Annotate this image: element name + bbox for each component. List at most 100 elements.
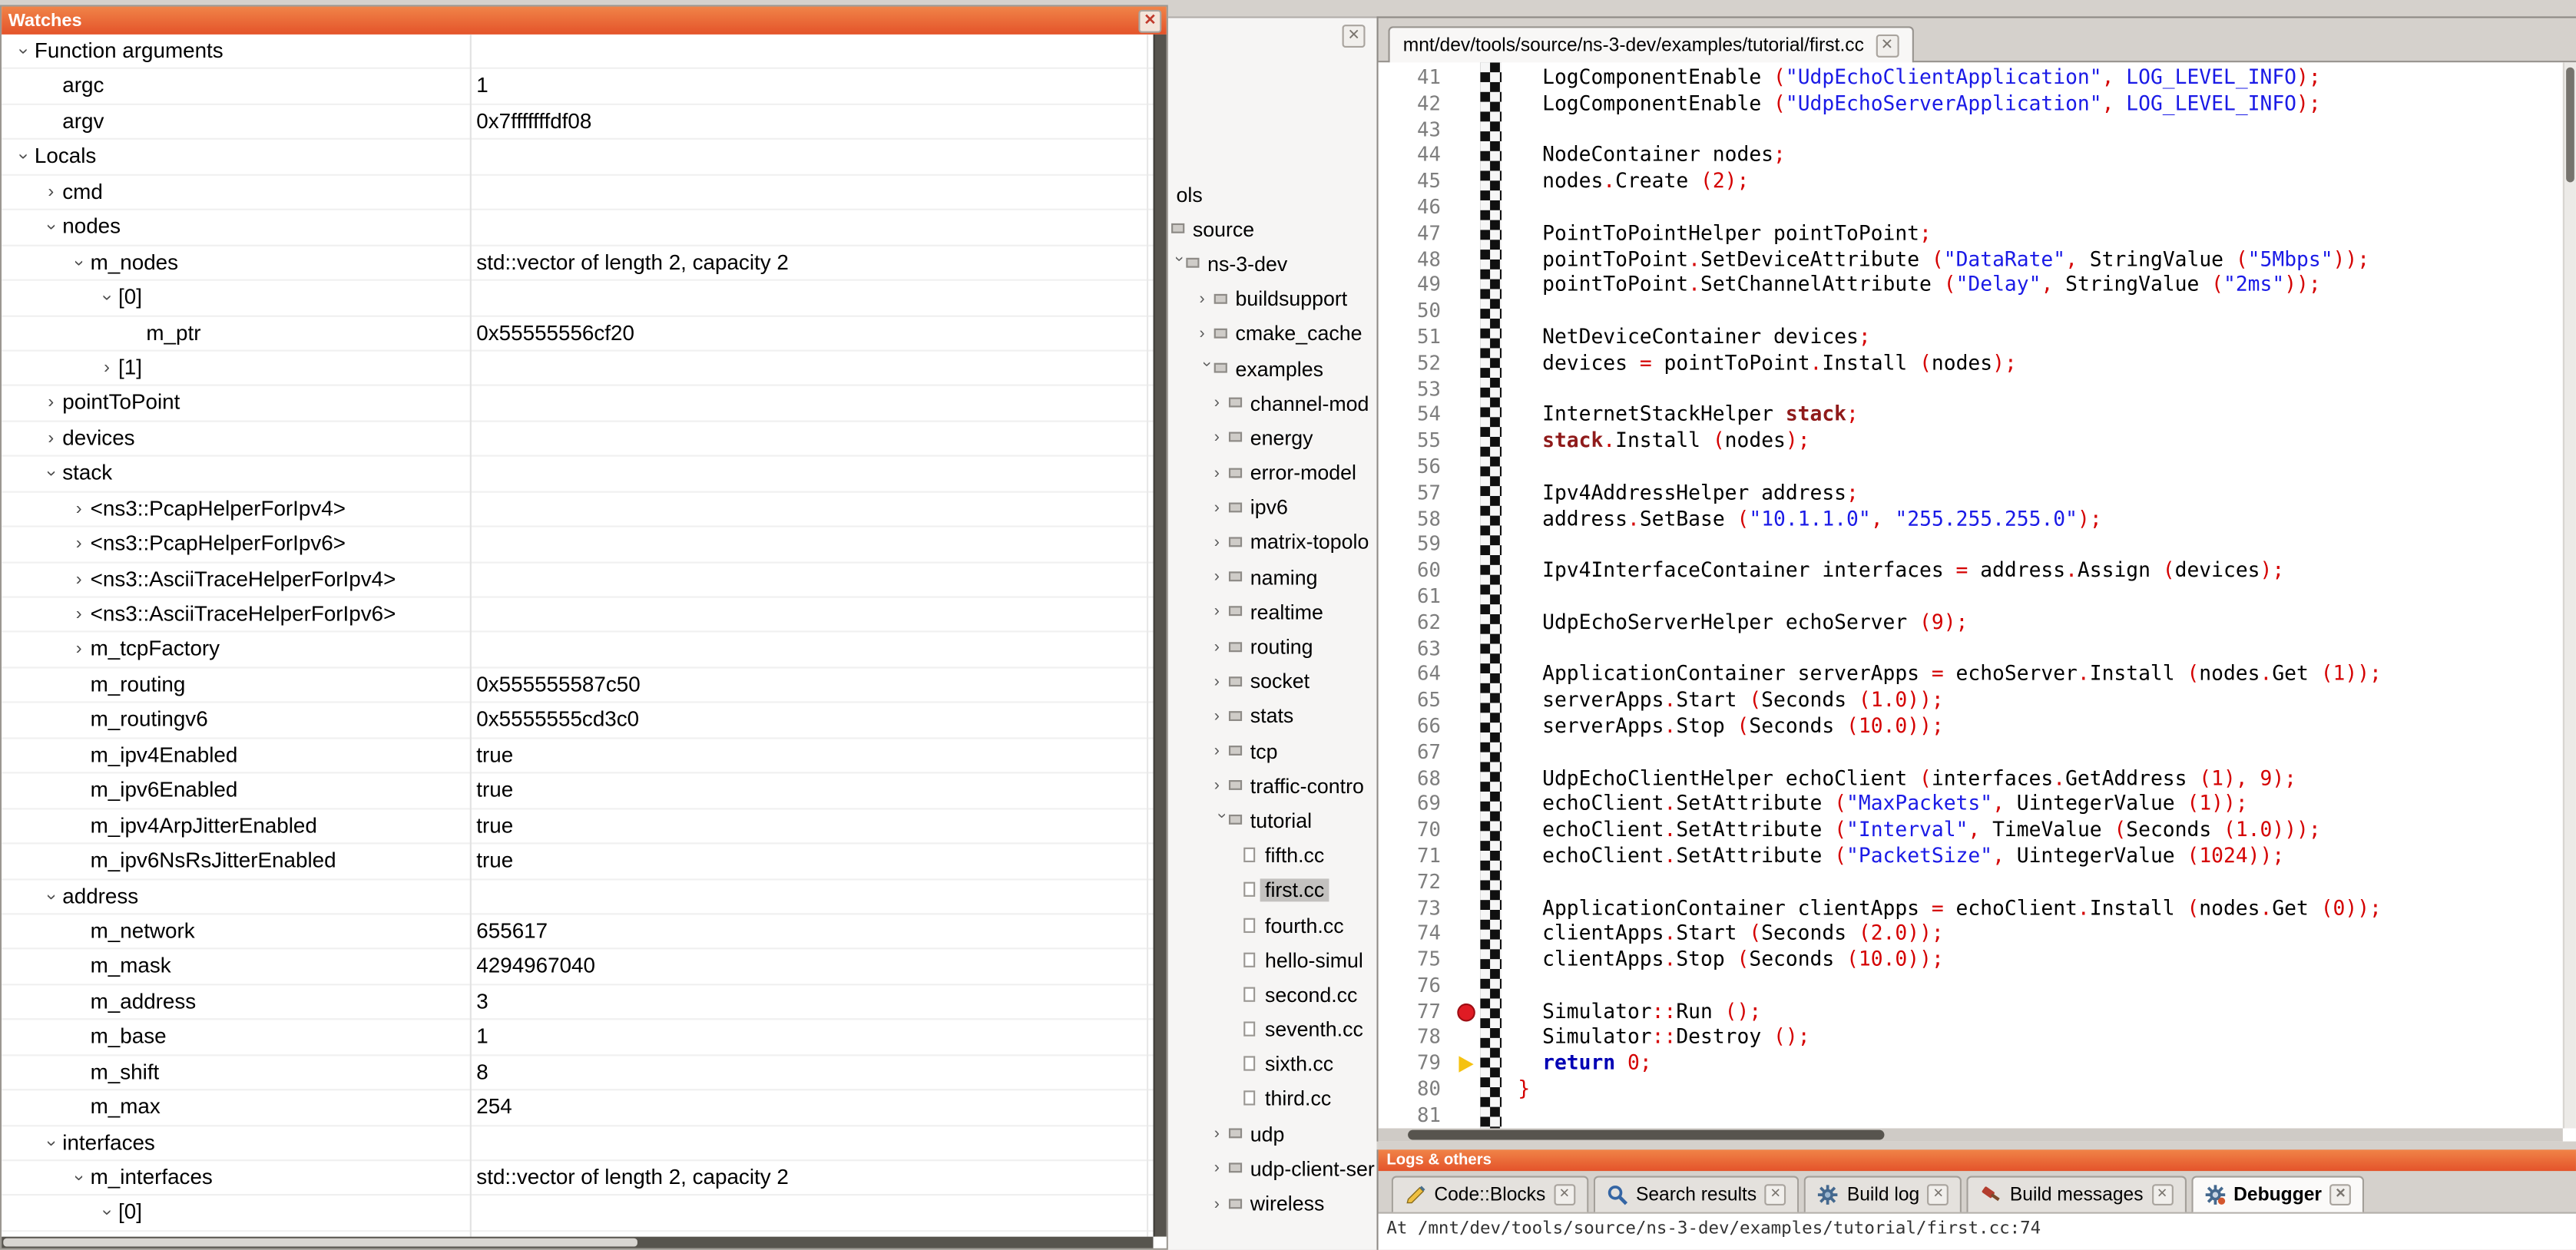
breakpoint-margin[interactable] [1454, 1077, 1480, 1103]
watch-row[interactable]: ›Locals [2, 140, 1153, 175]
chevron-right-icon[interactable]: › [1214, 534, 1229, 552]
breakpoint-margin[interactable] [1454, 351, 1480, 377]
close-icon[interactable]: ✕ [1876, 35, 1899, 58]
chevron-down-icon[interactable]: › [34, 885, 68, 908]
chevron-right-icon[interactable]: › [1214, 777, 1229, 795]
chevron-right-icon[interactable]: › [1214, 1160, 1229, 1179]
project-tree-item[interactable]: ›buildsupport [1168, 282, 1377, 316]
chevron-down-icon[interactable]: › [1197, 362, 1216, 376]
watch-row[interactable]: ›m_nodesstd::vector of length 2, capacit… [2, 246, 1153, 281]
breakpoint-margin[interactable] [1454, 844, 1480, 870]
chevron-right-icon[interactable]: › [95, 352, 118, 385]
chevron-right-icon[interactable]: › [1214, 742, 1229, 761]
watch-row[interactable]: ›Function arguments [2, 35, 1153, 70]
breakpoint-margin[interactable] [1454, 1026, 1480, 1052]
watches-horizontal-scrollbar[interactable] [2, 1237, 1153, 1248]
breakpoint-margin[interactable] [1454, 766, 1480, 792]
chevron-right-icon[interactable]: › [1214, 429, 1229, 448]
logs-tab-build-messages[interactable]: Build messages✕ [1967, 1176, 2186, 1212]
project-tree-item[interactable]: ›traffic-contro [1168, 769, 1377, 803]
scrollbar-thumb[interactable] [1408, 1130, 1884, 1140]
breakpoint-margin[interactable] [1454, 792, 1480, 818]
watch-row[interactable]: m_base1 [2, 1020, 1153, 1056]
breakpoint-margin[interactable] [1454, 740, 1480, 766]
watch-row[interactable]: m_routing0x555555587c50 [2, 668, 1153, 703]
watch-row[interactable]: ›nodes [2, 210, 1153, 246]
breakpoint-margin[interactable] [1454, 870, 1480, 896]
chevron-right-icon[interactable]: › [1214, 1126, 1229, 1144]
chevron-down-icon[interactable]: › [34, 216, 68, 239]
watch-row[interactable]: ›address [2, 879, 1153, 914]
scrollbar-thumb[interactable] [2566, 68, 2574, 183]
project-tree-item[interactable]: second.cc [1168, 977, 1377, 1012]
breakpoint-margin[interactable] [1454, 403, 1480, 429]
watch-row[interactable]: ›m_interfacesstd::vector of length 2, ca… [2, 1161, 1153, 1196]
scrollbar-thumb[interactable] [3, 1238, 637, 1247]
project-tree-item[interactable]: seventh.cc [1168, 1013, 1377, 1047]
logs-tab-build-log[interactable]: Build log✕ [1804, 1176, 1962, 1212]
breakpoint-margin[interactable] [1454, 896, 1480, 922]
project-tree-item[interactable]: first.cc [1168, 873, 1377, 908]
chevron-down-icon[interactable]: › [6, 40, 40, 63]
editor-tab-first-cc[interactable]: mnt/dev/tools/source/ns-3-dev/examples/t… [1388, 26, 1913, 64]
chevron-down-icon[interactable]: › [1170, 257, 1188, 272]
logs-tab-debugger[interactable]: Debugger✕ [2191, 1176, 2365, 1212]
breakpoint-margin[interactable] [1454, 144, 1480, 170]
project-tree-item[interactable]: ›socket [1168, 664, 1377, 699]
project-tree-item[interactable]: hello-simul [1168, 943, 1377, 977]
breakpoint-margin[interactable] [1454, 922, 1480, 948]
chevron-right-icon[interactable]: › [1199, 325, 1214, 343]
chevron-right-icon[interactable]: › [1199, 290, 1214, 309]
chevron-right-icon[interactable]: › [1214, 464, 1229, 482]
breakpoint-margin[interactable] [1454, 974, 1480, 1000]
project-tree-item[interactable]: ›channel-mod [1168, 386, 1377, 421]
breakpoint-margin[interactable] [1454, 325, 1480, 351]
watch-row[interactable]: ›[1] [2, 352, 1153, 387]
editor-vertical-scrollbar[interactable] [2563, 62, 2576, 1128]
watch-row[interactable]: m_ptr0x55555556cf20 [2, 316, 1153, 352]
breakpoint-margin[interactable] [1454, 689, 1480, 715]
chevron-down-icon[interactable]: › [1213, 814, 1231, 828]
chevron-down-icon[interactable]: › [62, 1166, 96, 1189]
watch-row[interactable]: ›<ns3::PcapHelperForIpv6> [2, 527, 1153, 563]
chevron-right-icon[interactable]: › [1214, 708, 1229, 726]
chevron-down-icon[interactable]: › [34, 1131, 68, 1154]
watch-row[interactable]: ›<ns3::PcapHelperForIpv4> [2, 492, 1153, 527]
project-tree-item[interactable]: ›energy [1168, 421, 1377, 455]
watch-row[interactable]: ›[0] [2, 1196, 1153, 1232]
watch-row[interactable]: ›cmd [2, 175, 1153, 210]
breakpoint-margin[interactable] [1454, 1103, 1480, 1129]
watch-row[interactable]: argv0x7fffffffdf08 [2, 105, 1153, 141]
chevron-right-icon[interactable]: › [1214, 673, 1229, 691]
watch-row[interactable]: m_ipv6Enabledtrue [2, 774, 1153, 809]
close-icon[interactable]: ✕ [1554, 1184, 1575, 1205]
breakpoint-margin[interactable] [1454, 247, 1480, 273]
breakpoint-margin[interactable] [1454, 170, 1480, 196]
project-tree-item[interactable]: fourth.cc [1168, 908, 1377, 943]
breakpoint-margin[interactable] [1454, 196, 1480, 222]
resize-grip[interactable] [1154, 1237, 1167, 1248]
project-tree-item[interactable]: sixth.cc [1168, 1047, 1377, 1082]
chevron-right-icon[interactable]: › [1214, 1195, 1229, 1213]
project-tree-item[interactable]: ›naming [1168, 561, 1377, 595]
editor-horizontal-scrollbar[interactable] [1379, 1128, 2563, 1141]
project-tree-item[interactable]: ›udp [1168, 1117, 1377, 1152]
project-tree-item[interactable]: ›ipv6 [1168, 491, 1377, 525]
code-editor[interactable]: 41 LogComponentEnable ("UdpEchoClientApp… [1379, 62, 2576, 1141]
project-tree-item[interactable]: ›wireless [1168, 1186, 1377, 1221]
project-tree-item[interactable]: third.cc [1168, 1082, 1377, 1116]
breakpoint-margin[interactable] [1454, 221, 1480, 247]
chevron-right-icon[interactable]: › [68, 563, 91, 597]
breakpoint-icon[interactable] [1457, 1003, 1475, 1021]
watch-row[interactable]: ›first [2, 1232, 1153, 1237]
watch-row[interactable]: ›<ns3::AsciiTraceHelperForIpv4> [2, 563, 1153, 598]
watch-row[interactable]: m_max254 [2, 1091, 1153, 1126]
chevron-right-icon[interactable]: › [1214, 638, 1229, 656]
chevron-right-icon[interactable]: › [1214, 568, 1229, 587]
project-tree-item[interactable]: source [1168, 212, 1377, 246]
breakpoint-margin[interactable] [1454, 273, 1480, 299]
watch-row[interactable]: ›interfaces [2, 1126, 1153, 1161]
breakpoint-margin[interactable] [1454, 455, 1480, 481]
project-tree-item[interactable]: ›cmake_cache [1168, 316, 1377, 351]
close-icon[interactable]: ✕ [1343, 25, 1366, 48]
